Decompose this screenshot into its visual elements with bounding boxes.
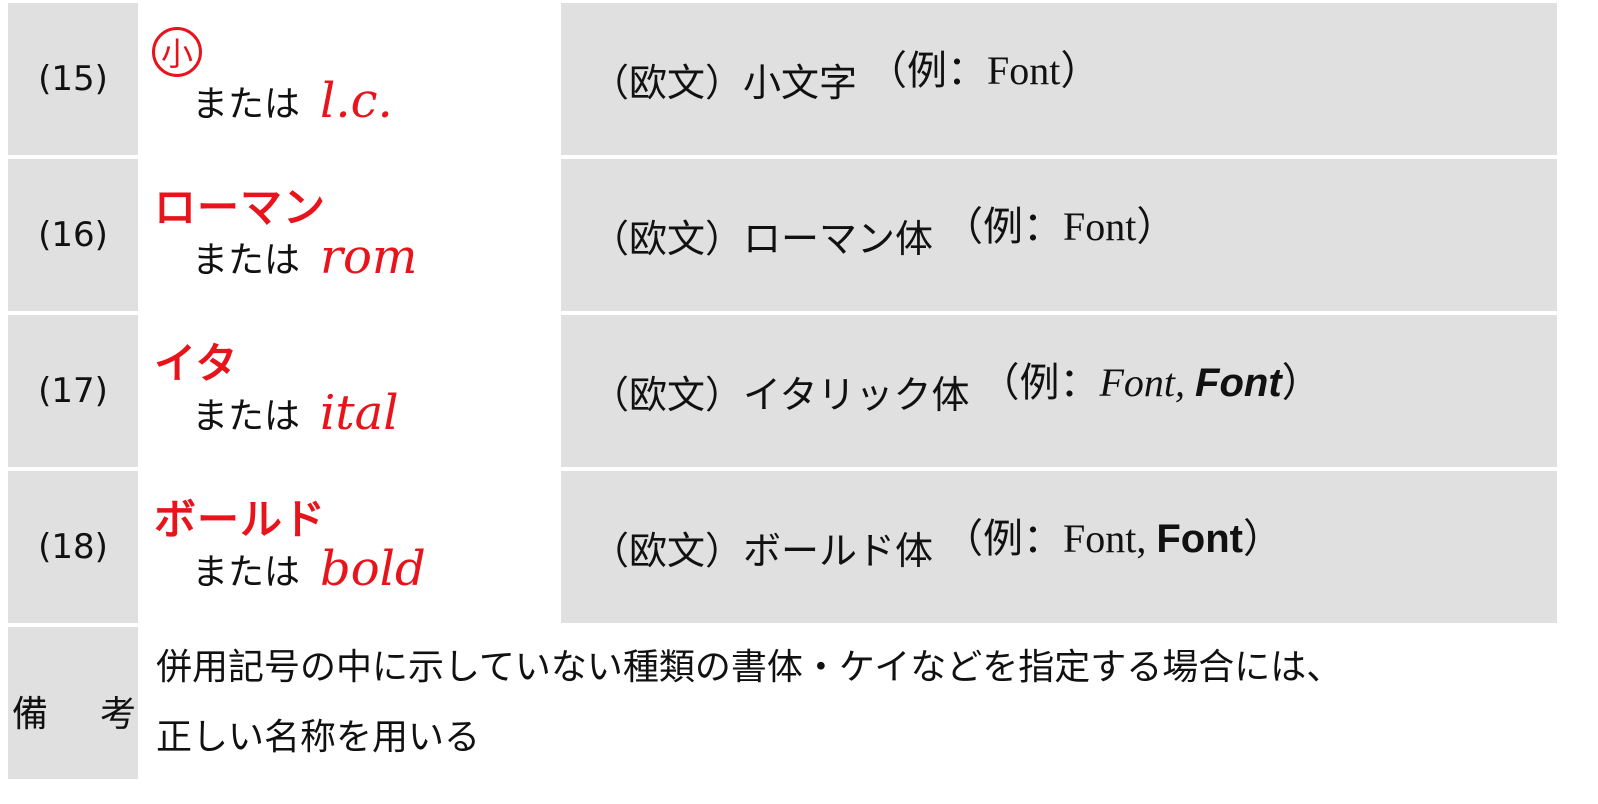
remark-label: 備 考 bbox=[8, 627, 138, 779]
mark-circled-char: 小 bbox=[152, 27, 202, 77]
description-example: （例：Font） bbox=[943, 204, 1177, 249]
description: （欧文）ローマン体 （例：Font） bbox=[561, 159, 1557, 311]
row-number: (18) bbox=[8, 471, 138, 623]
remark-text: 併用記号の中に示していない種類の書体・ケイなどを指定する場合には、 正しい名称を… bbox=[142, 627, 1557, 779]
description-label: （欧文）小文字 bbox=[591, 60, 858, 105]
mark-script-abbrev: ital bbox=[320, 385, 399, 441]
mark-or-text: または bbox=[192, 552, 301, 593]
mark-or-text: または bbox=[192, 84, 301, 125]
remark-line-1: 併用記号の中に示していない種類の書体・ケイなどを指定する場合には、 bbox=[156, 647, 1343, 688]
description-label: （欧文）イタリック体 bbox=[591, 372, 970, 417]
proof-mark: ボールド または bold bbox=[142, 471, 557, 623]
mark-katakana: イタ bbox=[154, 339, 239, 388]
mark-script-abbrev: rom bbox=[320, 229, 418, 285]
remark-line-2: 正しい名称を用いる bbox=[156, 717, 481, 758]
description-label: （欧文）ボールド体 bbox=[591, 528, 934, 573]
description-example: （例：Font, Font） bbox=[979, 360, 1322, 405]
mark-script-abbrev: bold bbox=[320, 541, 426, 597]
mark-or-text: または bbox=[192, 240, 301, 281]
description-example: （例：Font, Font） bbox=[943, 516, 1283, 561]
description: （欧文）イタリック体 （例：Font, Font） bbox=[561, 315, 1557, 467]
mark-script-abbrev: l.c. bbox=[320, 73, 393, 129]
description-example: （例：Font） bbox=[867, 48, 1101, 93]
description: （欧文）小文字 （例：Font） bbox=[561, 3, 1557, 155]
remark-label-char-1: 備 bbox=[12, 694, 49, 735]
mark-katakana: ボールド bbox=[154, 495, 327, 544]
row-number: (17) bbox=[8, 315, 138, 467]
description-label: （欧文）ローマン体 bbox=[591, 216, 934, 261]
mark-katakana: ローマン bbox=[154, 183, 327, 232]
description: （欧文）ボールド体 （例：Font, Font） bbox=[561, 471, 1557, 623]
row-number: (15) bbox=[8, 3, 138, 155]
proof-mark: ローマン または rom bbox=[142, 159, 557, 311]
row-number: (16) bbox=[8, 159, 138, 311]
proof-mark: イタ または ital bbox=[142, 315, 557, 467]
remark-label-char-2: 考 bbox=[100, 694, 137, 735]
proof-mark: 小 または l.c. bbox=[142, 3, 557, 155]
mark-or-text: または bbox=[192, 396, 301, 437]
